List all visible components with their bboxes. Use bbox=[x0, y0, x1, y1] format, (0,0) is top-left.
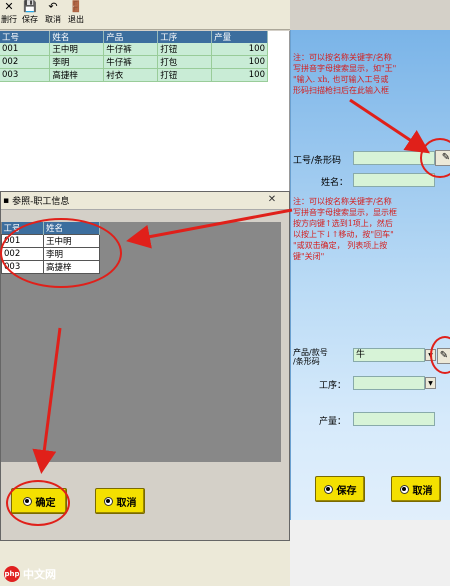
exit-label: 退出 bbox=[68, 15, 84, 24]
watermark: php 中文网 bbox=[4, 566, 56, 582]
cell[interactable]: 王中明 bbox=[49, 43, 105, 56]
cell[interactable]: 李明 bbox=[49, 55, 105, 69]
table-row[interactable]: 003 高捷梓 衬衣 打钮 100 bbox=[0, 68, 268, 82]
radio-dot-icon bbox=[323, 484, 333, 494]
watermark-text: 中文网 bbox=[23, 568, 56, 581]
delete-row-button[interactable]: ✕ 删行 bbox=[0, 0, 18, 29]
cell[interactable]: 打钮 bbox=[157, 68, 213, 82]
cell[interactable]: 衬衣 bbox=[103, 68, 159, 82]
toolbar: ✕ 删行 💾 保存 ↶ 取消 🚪 退出 bbox=[0, 0, 290, 30]
cell[interactable]: 高捷梓 bbox=[49, 68, 105, 82]
cell[interactable]: 打钮 bbox=[157, 43, 213, 56]
cell[interactable]: 100 bbox=[211, 43, 268, 56]
col-header-name[interactable]: 姓名 bbox=[49, 31, 105, 43]
dialog-icon: ▪ bbox=[3, 195, 10, 206]
cell[interactable]: 打包 bbox=[157, 55, 213, 69]
grid-header-row: 工号 姓名 产品 工序 产量 bbox=[0, 31, 268, 43]
search-hint-note: 注：可以按名称关键字/名称 写拼音字母搜索显示，如"王" "输入. xh, 也可… bbox=[293, 53, 397, 95]
close-icon[interactable]: ✕ bbox=[265, 194, 279, 206]
panel-footer bbox=[290, 520, 450, 586]
radio-dot-icon bbox=[399, 484, 409, 494]
highlight-ellipse-ok bbox=[6, 480, 70, 526]
output-field[interactable] bbox=[353, 412, 435, 426]
cell[interactable]: 100 bbox=[211, 55, 268, 69]
col-header-process[interactable]: 工序 bbox=[157, 31, 213, 43]
cell[interactable]: 牛仔裤 bbox=[103, 55, 159, 69]
col-header-output[interactable]: 产量 bbox=[211, 31, 268, 43]
output-label: 产量： bbox=[319, 417, 347, 427]
col-header-product[interactable]: 产品 bbox=[103, 31, 159, 43]
employee-code-label: 工号/条形码 bbox=[293, 156, 342, 166]
entry-panel: 注：可以按名称关键字/名称 写拼音字母搜索显示，如"王" "输入. xh, 也可… bbox=[290, 30, 450, 586]
chevron-down-icon[interactable]: ▼ bbox=[425, 377, 436, 389]
radio-dot-icon bbox=[103, 496, 113, 506]
save-button[interactable]: 保存 bbox=[315, 476, 365, 502]
save-toolbar-button[interactable]: 💾 保存 bbox=[19, 0, 41, 29]
production-grid: 工号 姓名 产品 工序 产量 001 王中明 牛仔裤 打钮 100 002 李明… bbox=[0, 31, 290, 191]
name-label: 姓名： bbox=[321, 178, 349, 188]
highlight-ellipse-list bbox=[0, 218, 122, 288]
save-icon: 💾 bbox=[23, 0, 37, 13]
table-row[interactable]: 002 李明 牛仔裤 打包 100 bbox=[0, 55, 268, 69]
cell[interactable]: 牛仔裤 bbox=[103, 43, 159, 56]
product-label: 产品/款号 /条形码 bbox=[293, 348, 328, 366]
dialog-title: 参照-职工信息 bbox=[12, 197, 70, 207]
cell[interactable]: 003 bbox=[0, 68, 51, 82]
delete-row-label: 删行 bbox=[1, 15, 17, 24]
cancel-icon: ↶ bbox=[48, 0, 58, 13]
cancel-toolbar-button[interactable]: ↶ 取消 bbox=[42, 0, 64, 29]
col-header-code[interactable]: 工号 bbox=[0, 31, 51, 43]
close-x-icon: ✕ bbox=[4, 0, 14, 13]
process-select[interactable] bbox=[353, 376, 425, 390]
product-field[interactable]: 牛 bbox=[353, 348, 425, 362]
php-logo-icon: php bbox=[4, 566, 20, 582]
exit-button[interactable]: 🚪 退出 bbox=[65, 0, 87, 29]
dialog-cancel-label: 取消 bbox=[116, 497, 137, 509]
table-row[interactable]: 001 王中明 牛仔裤 打钮 100 bbox=[0, 43, 268, 56]
process-label: 工序： bbox=[319, 381, 347, 391]
cell[interactable]: 100 bbox=[211, 68, 268, 82]
save-button-label: 保存 bbox=[336, 485, 357, 497]
save-toolbar-label: 保存 bbox=[22, 15, 38, 24]
exit-icon: 🚪 bbox=[69, 0, 83, 13]
cancel-button-label: 取消 bbox=[412, 485, 433, 497]
cancel-toolbar-label: 取消 bbox=[45, 15, 61, 24]
name-field[interactable] bbox=[353, 173, 435, 187]
cell[interactable]: 002 bbox=[0, 55, 51, 69]
dialog-cancel-button[interactable]: 取消 bbox=[95, 488, 145, 514]
list-hint-note: 注：可以按名称关键字/名称 写拼音字母搜索显示，显示框 按方向键↑选到1项上，然… bbox=[293, 197, 397, 261]
cell[interactable]: 001 bbox=[0, 43, 51, 56]
cancel-button[interactable]: 取消 bbox=[391, 476, 441, 502]
dialog-title-bar: ▪ 参照-职工信息 bbox=[1, 192, 289, 210]
